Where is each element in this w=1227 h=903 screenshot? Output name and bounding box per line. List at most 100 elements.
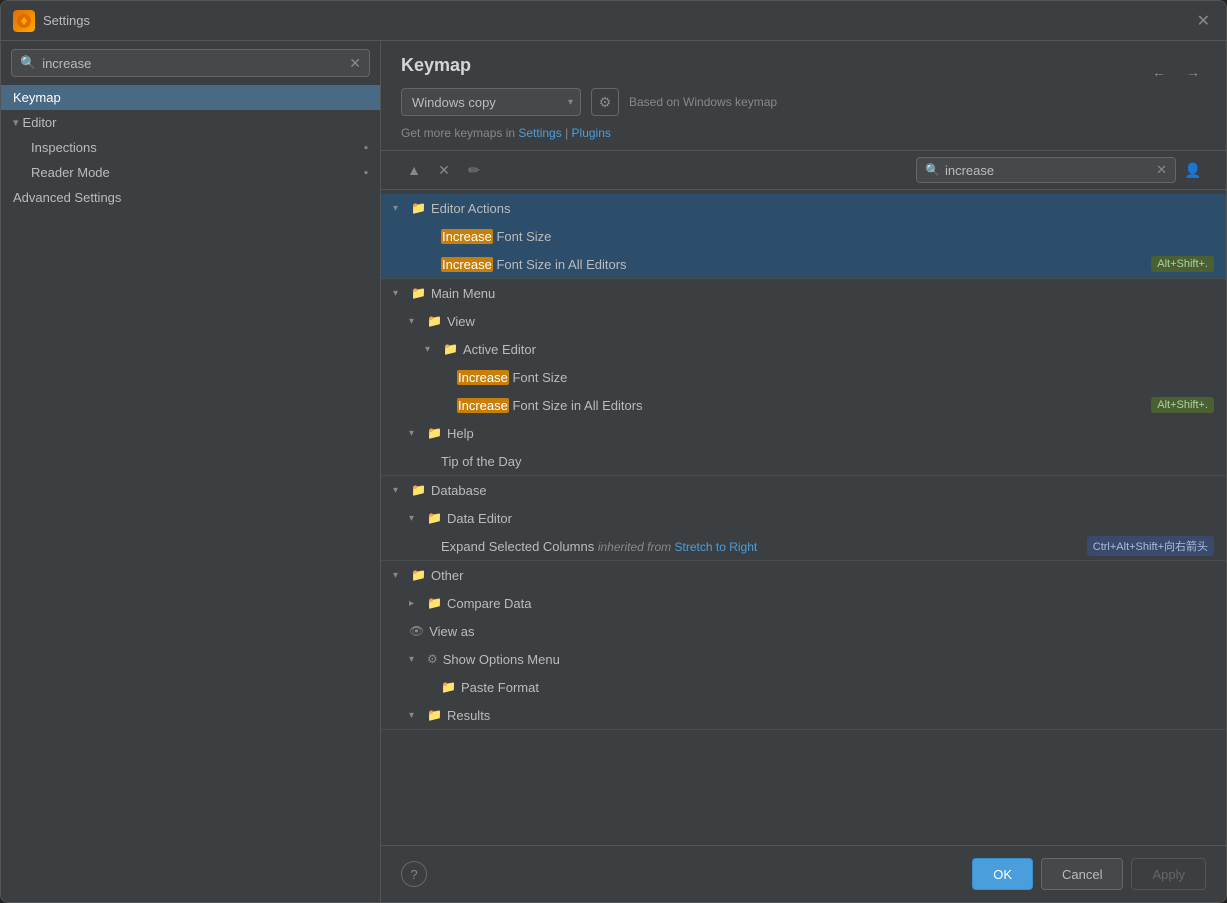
tree-row-other[interactable]: ▾ 📁 Other xyxy=(381,561,1226,589)
compare-data-label: Compare Data xyxy=(447,596,1214,611)
stretch-to-right-link[interactable]: Stretch to Right xyxy=(675,540,758,554)
sidebar-item-inspections[interactable]: Inspections ▪ xyxy=(1,135,380,160)
expand-other-icon: ▾ xyxy=(393,570,407,581)
nav-back-button[interactable]: ← xyxy=(1146,59,1172,85)
app-icon xyxy=(13,10,35,32)
eye-icon: 👁 xyxy=(409,624,424,638)
search-icon: 🔍 xyxy=(20,55,36,71)
tree-row-compare-data[interactable]: ▸ 📁 Compare Data xyxy=(381,589,1226,617)
settings-link[interactable]: Settings xyxy=(518,126,561,140)
apply-button[interactable]: Apply xyxy=(1131,858,1206,890)
increase-font-size-all-1-label: Increase Font Size in All Editors xyxy=(441,257,1151,272)
other-label: Other xyxy=(431,568,1214,583)
collapse-all-button[interactable]: ✕ xyxy=(431,157,457,183)
main-menu-label: Main Menu xyxy=(431,286,1214,301)
sidebar-item-keymap[interactable]: Keymap xyxy=(1,85,380,110)
expand-compare-data-icon: ▸ xyxy=(409,598,423,609)
tree-row-paste-format[interactable]: 📁 Paste Format xyxy=(381,673,1226,701)
show-options-menu-label: Show Options Menu xyxy=(443,652,1214,667)
folder-icon-main-menu: 📁 xyxy=(411,286,426,300)
sidebar-search-input[interactable] xyxy=(42,56,349,71)
help-label: Help xyxy=(447,426,1214,441)
shortcut-alt-shift-dot-1: Alt+Shift+. xyxy=(1151,256,1214,272)
main-panel: Keymap ← → Windows copy ▾ ⚙ Based on Win… xyxy=(381,41,1226,902)
cancel-button[interactable]: Cancel xyxy=(1041,858,1123,890)
folder-icon-help: 📁 xyxy=(427,426,442,440)
keymap-links: Get more keymaps in Settings | Plugins xyxy=(401,126,1206,140)
tree-row-database[interactable]: ▾ 📁 Database xyxy=(381,476,1226,504)
tree-row-editor-actions[interactable]: ▾ 📁 Editor Actions xyxy=(381,194,1226,222)
tree-row-active-editor[interactable]: ▾ 📁 Active Editor xyxy=(381,335,1226,363)
tree-search-wrap: 🔍 ✕ xyxy=(916,157,1176,183)
tree-search-clear[interactable]: ✕ xyxy=(1156,162,1167,178)
sidebar: 🔍 ✕ Keymap ▾ Editor Inspections ▪ xyxy=(1,41,381,902)
keymap-title: Keymap xyxy=(401,55,471,76)
highlight-increase-4: Increase xyxy=(457,398,509,413)
keymap-tree: ▾ 📁 Editor Actions Increase Font Size In… xyxy=(381,190,1226,845)
footer-buttons: OK Cancel Apply xyxy=(972,858,1206,890)
tree-row-expand-selected-cols[interactable]: Expand Selected Columns inherited from S… xyxy=(381,532,1226,560)
view-as-label: View as xyxy=(429,624,1214,639)
folder-icon: 📁 xyxy=(411,201,426,215)
tree-search-input[interactable] xyxy=(945,163,1156,178)
tree-row-increase-font-size-all-1[interactable]: Increase Font Size in All Editors Alt+Sh… xyxy=(381,250,1226,278)
tree-row-results[interactable]: ▾ 📁 Results xyxy=(381,701,1226,729)
keymap-gear-button[interactable]: ⚙ xyxy=(591,88,619,116)
expand-active-editor-icon: ▾ xyxy=(425,344,439,355)
ok-button[interactable]: OK xyxy=(972,858,1033,890)
keymap-controls: Windows copy ▾ ⚙ Based on Windows keymap xyxy=(401,88,1206,116)
tree-row-help[interactable]: ▾ 📁 Help xyxy=(381,419,1226,447)
keymap-scheme-wrap: Windows copy ▾ xyxy=(401,88,581,116)
tree-row-view[interactable]: ▾ 📁 View xyxy=(381,307,1226,335)
help-button[interactable]: ? xyxy=(401,861,427,887)
nav-forward-button[interactable]: → xyxy=(1180,59,1206,85)
tree-row-increase-font-size-all-2[interactable]: Increase Font Size in All Editors Alt+Sh… xyxy=(381,391,1226,419)
keymap-scheme-select[interactable]: Windows copy xyxy=(401,88,581,116)
expand-all-button[interactable]: ▲ xyxy=(401,157,427,183)
links-prefix-label: Get more keymaps in xyxy=(401,126,518,140)
folder-icon-data-editor: 📁 xyxy=(427,511,442,525)
tree-row-view-as[interactable]: 👁 View as xyxy=(381,617,1226,645)
expand-selected-cols-label: Expand Selected Columns inherited from S… xyxy=(441,539,1087,554)
dialog-content: 🔍 ✕ Keymap ▾ Editor Inspections ▪ xyxy=(1,41,1226,902)
highlight-increase-2: Increase xyxy=(441,257,493,272)
increase-font-size-all-2-label: Increase Font Size in All Editors xyxy=(457,398,1151,413)
tree-row-data-editor[interactable]: ▾ 📁 Data Editor xyxy=(381,504,1226,532)
data-editor-label: Data Editor xyxy=(447,511,1214,526)
expand-data-editor-icon: ▾ xyxy=(409,513,423,524)
settings-dialog: Settings ✕ 🔍 ✕ Keymap ▾ Editor xyxy=(0,0,1227,903)
highlight-increase: Increase xyxy=(441,229,493,244)
find-user-button[interactable]: 👤 xyxy=(1180,157,1206,183)
sidebar-item-reader-mode[interactable]: Reader Mode ▪ xyxy=(1,160,380,185)
expand-editor-actions-icon: ▾ xyxy=(393,203,407,214)
highlight-increase-3: Increase xyxy=(457,370,509,385)
shortcut-alt-shift-dot-2: Alt+Shift+. xyxy=(1151,397,1214,413)
tree-row-main-menu[interactable]: ▾ 📁 Main Menu xyxy=(381,279,1226,307)
plugins-link[interactable]: Plugins xyxy=(572,126,611,140)
folder-icon-view: 📁 xyxy=(427,314,442,328)
close-button[interactable]: ✕ xyxy=(1193,7,1214,35)
folder-icon-compare-data: 📁 xyxy=(427,596,442,610)
chevron-down-icon: ▾ xyxy=(13,116,19,129)
sidebar-search-clear[interactable]: ✕ xyxy=(349,55,361,72)
tree-row-tip-of-day[interactable]: Tip of the Day xyxy=(381,447,1226,475)
tree-row-increase-font-size-2[interactable]: Increase Font Size xyxy=(381,363,1226,391)
sidebar-item-advanced-settings[interactable]: Advanced Settings xyxy=(1,185,380,210)
title-bar-title: Settings xyxy=(43,13,1193,28)
tree-row-increase-font-size-1[interactable]: Increase Font Size xyxy=(381,222,1226,250)
tree-row-show-options-menu[interactable]: ▾ ⚙ Show Options Menu xyxy=(381,645,1226,673)
increase-font-size-1-label: Increase Font Size xyxy=(441,229,1214,244)
sidebar-search-box: 🔍 ✕ xyxy=(1,41,380,85)
tree-group-editor-actions: ▾ 📁 Editor Actions Increase Font Size In… xyxy=(381,194,1226,279)
folder-icon-results: 📁 xyxy=(427,708,442,722)
tree-group-main-menu: ▾ 📁 Main Menu ▾ 📁 View ▾ 📁 Active Editor xyxy=(381,279,1226,476)
sidebar-item-keymap-label: Keymap xyxy=(13,90,61,105)
active-editor-label: Active Editor xyxy=(463,342,1214,357)
expand-options-menu-icon: ▾ xyxy=(409,654,423,665)
view-label: View xyxy=(447,314,1214,329)
gear-options-icon: ⚙ xyxy=(427,652,438,666)
sidebar-item-editor[interactable]: ▾ Editor xyxy=(1,110,380,135)
expand-help-icon: ▾ xyxy=(409,428,423,439)
folder-icon-other: 📁 xyxy=(411,568,426,582)
edit-shortcut-button[interactable]: ✏ xyxy=(461,157,487,183)
